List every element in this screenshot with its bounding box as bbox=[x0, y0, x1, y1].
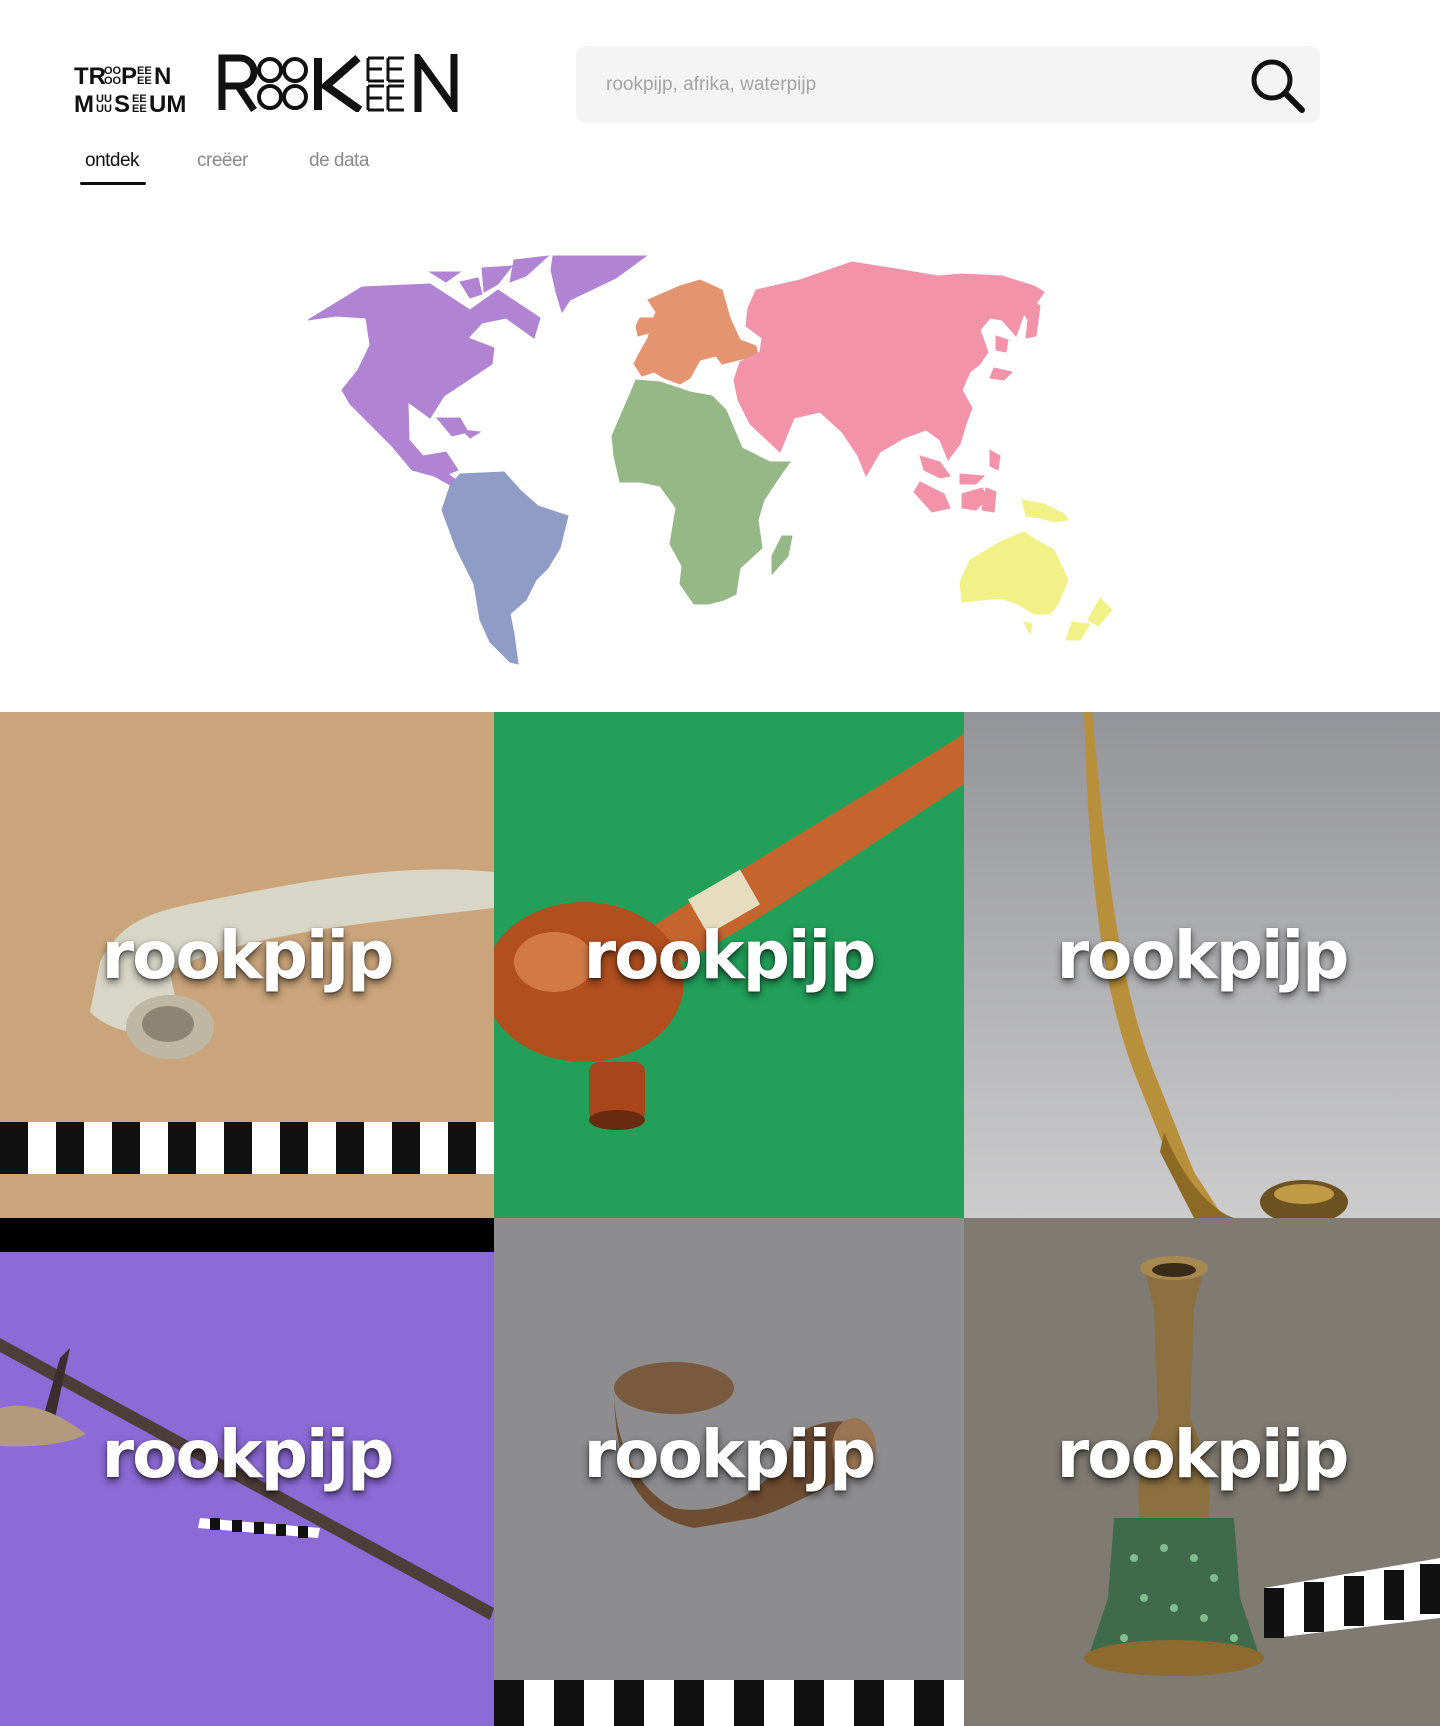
result-label: rookpijp bbox=[101, 917, 395, 994]
region-oceania[interactable] bbox=[959, 499, 1113, 641]
svg-text:OO: OO bbox=[104, 75, 122, 87]
result-tile[interactable]: rookpijp bbox=[0, 1218, 494, 1726]
search-icon bbox=[1251, 59, 1305, 113]
result-label: rookpijp bbox=[101, 1416, 395, 1493]
svg-text:S: S bbox=[114, 91, 130, 114]
rooken-logo[interactable] bbox=[218, 54, 476, 112]
search-input[interactable] bbox=[606, 46, 1226, 123]
region-north-america[interactable] bbox=[307, 255, 648, 491]
result-label: rookpijp bbox=[583, 917, 877, 994]
world-map bbox=[307, 255, 1113, 665]
result-label: rookpijp bbox=[1056, 917, 1350, 994]
search-bar bbox=[576, 46, 1320, 123]
header: TR OO OO P EE EE N M UU UU S EE EE UM ro… bbox=[0, 0, 1440, 200]
result-tile[interactable]: rookpijp bbox=[964, 1218, 1440, 1726]
result-tile[interactable]: rookpijp bbox=[964, 712, 1440, 1218]
svg-text:EE: EE bbox=[132, 103, 147, 114]
svg-text:M: M bbox=[74, 91, 94, 114]
result-tile[interactable]: rookpijp bbox=[0, 712, 494, 1218]
result-label: rookpijp bbox=[1056, 1416, 1350, 1493]
svg-text:P: P bbox=[121, 63, 137, 90]
svg-text:EE: EE bbox=[137, 75, 152, 87]
active-tab-indicator bbox=[80, 182, 146, 185]
result-tile[interactable]: rookpijp bbox=[494, 1218, 964, 1726]
tropenmuseum-logo[interactable]: TR OO OO P EE EE N M UU UU S EE EE UM bbox=[74, 62, 190, 114]
region-south-america[interactable] bbox=[441, 471, 569, 665]
svg-text:N: N bbox=[154, 63, 171, 90]
result-label: rookpijp bbox=[583, 1416, 877, 1493]
tab-ontdek[interactable]: ontdek bbox=[85, 150, 140, 172]
tab-creeer[interactable]: creëer bbox=[197, 150, 248, 172]
results-grid: rookpijp rookpijp rookpijp rookpijp rook… bbox=[0, 712, 1440, 1726]
svg-text:UM: UM bbox=[149, 91, 186, 114]
result-tile[interactable]: rookpijp bbox=[494, 712, 964, 1218]
search-button[interactable] bbox=[1246, 54, 1308, 116]
svg-text:TR: TR bbox=[74, 63, 106, 90]
svg-text:UU: UU bbox=[96, 103, 112, 114]
tab-de-data[interactable]: de data bbox=[309, 150, 369, 172]
